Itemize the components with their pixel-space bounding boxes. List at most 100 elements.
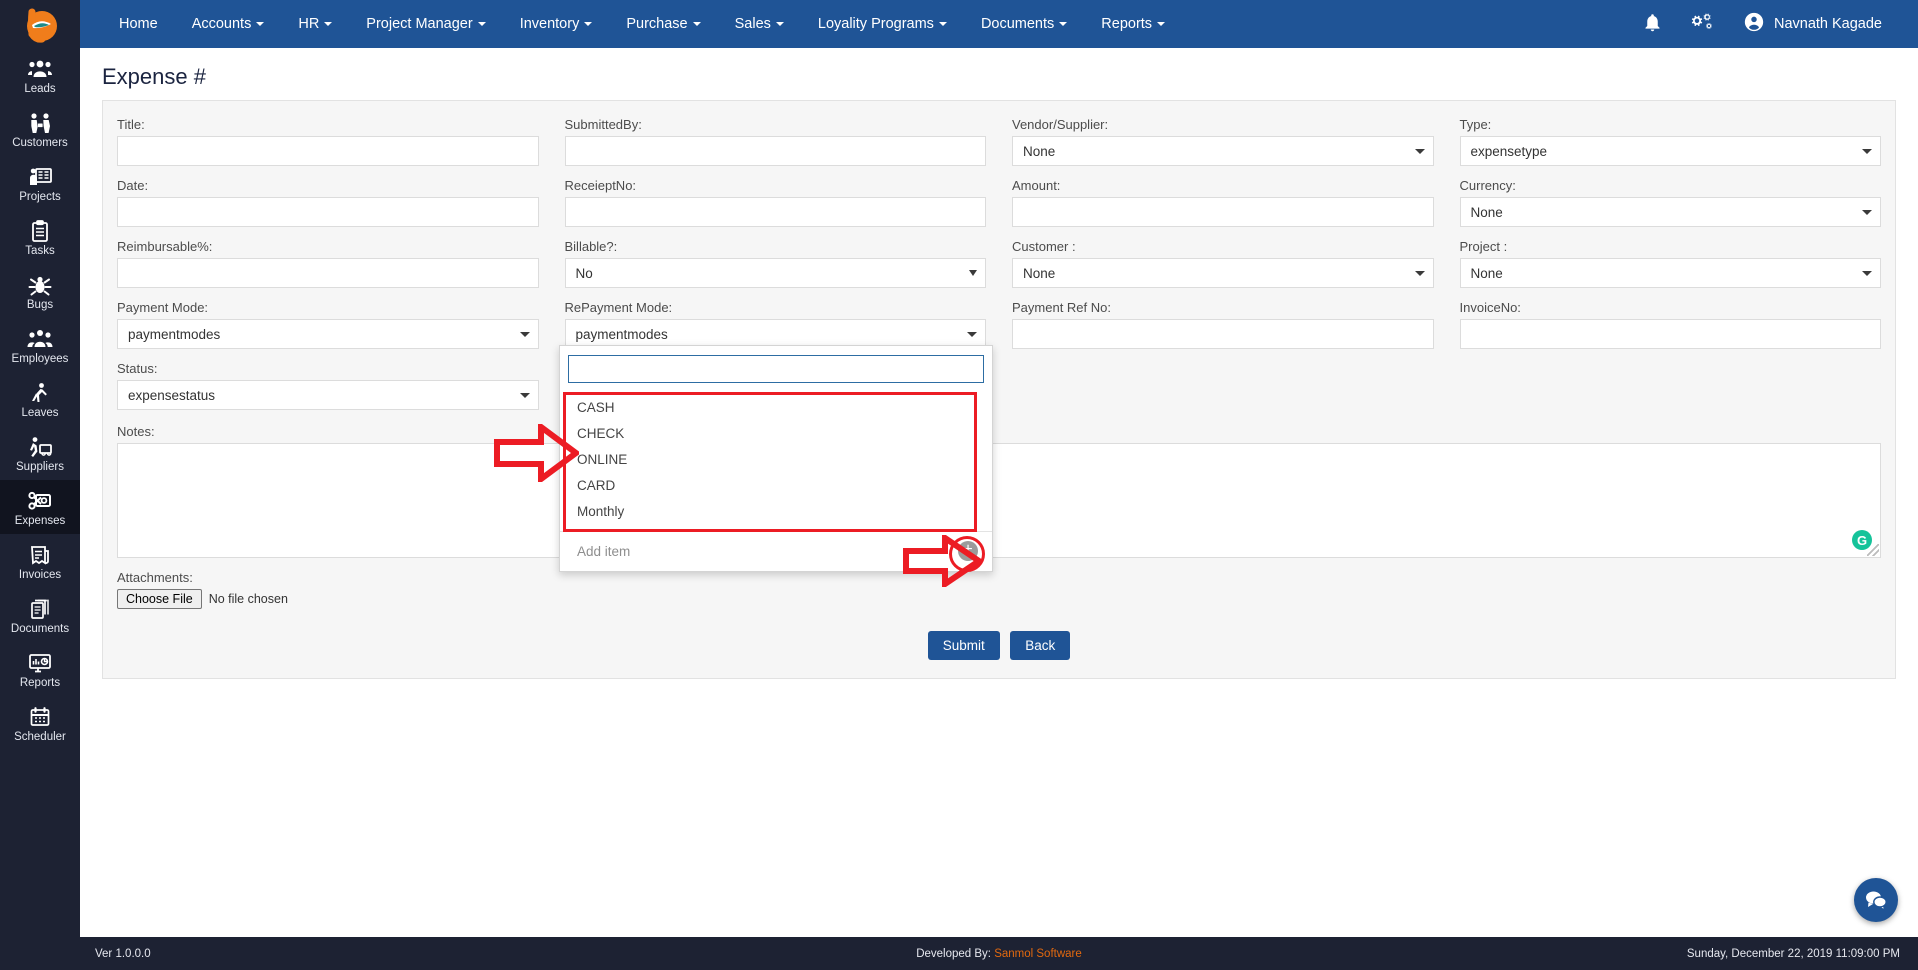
choose-file-button[interactable]: Choose File [117,589,202,609]
billable-select[interactable]: No [564,258,986,288]
nav-link-inventory[interactable]: Inventory [503,0,610,48]
sidebar-item-suppliers[interactable]: Suppliers [0,426,80,480]
sidebar-item-expenses[interactable]: Expenses [0,480,80,534]
chevron-down-icon [477,22,486,27]
dropdown-search-wrap [560,346,992,391]
field-label: Title: [117,117,145,132]
field-reimbursable: Reimbursable%: [117,239,539,288]
chevron-down-icon [967,331,977,337]
employees-icon [0,325,80,351]
title-input[interactable] [117,136,539,166]
payment-ref-no-input[interactable] [1012,319,1434,349]
nav-link-loyality-programs[interactable]: Loyality Programs [801,0,964,48]
user-avatar-icon [1743,11,1765,38]
nav-link-documents[interactable]: Documents [964,0,1084,48]
sidebar-item-reports[interactable]: Reports [0,642,80,696]
dropdown-option[interactable]: CASH [560,395,992,421]
footer-developer-link[interactable]: Sanmol Software [994,948,1082,960]
nav-link-home[interactable]: Home [102,0,175,48]
sidebar-item-documents[interactable]: Documents [0,588,80,642]
nav-link-project-manager[interactable]: Project Manager [349,0,502,48]
reports-icon [0,649,80,675]
brand-logo[interactable] [0,0,80,48]
sidebar-item-label: Projects [19,191,61,203]
notes-textarea[interactable]: G [117,443,1881,558]
dropdown-search-input[interactable] [568,355,984,383]
sidebar-item-leaves[interactable]: Leaves [0,372,80,426]
date-input[interactable] [117,197,539,227]
plus-circle-icon[interactable]: + [958,541,978,561]
gears-icon[interactable] [1691,12,1715,37]
project-select[interactable]: None [1459,258,1881,288]
currency-select[interactable]: None [1459,197,1881,227]
documents-icon [0,595,80,621]
back-button[interactable]: Back [1010,631,1071,660]
sidebar-item-label: Expenses [14,515,66,527]
sidebar-item-tasks[interactable]: Tasks [0,210,80,264]
vendor-supplier-select[interactable]: None [1012,136,1434,166]
sidebar-item-employees[interactable]: Employees [0,318,80,372]
dropdown-option-list: CASH CHECK ONLINE CARD Monthly [560,391,992,531]
footer-credit-label: Developed By: [916,947,991,960]
add-item-label: Add item [577,543,631,559]
sidebar-item-label: Leads [24,83,56,95]
nav-right-group: Navnath Kagade [1642,11,1918,38]
sidebar-item-leads[interactable]: Leads [0,48,80,102]
suppliers-icon [0,433,80,459]
amount-input[interactable] [1012,197,1434,227]
dropdown-add-row[interactable]: Add item + [560,531,992,571]
resize-grip-icon[interactable] [1867,544,1879,556]
dropdown-option[interactable]: CARD [560,473,992,499]
sidebar-item-scheduler[interactable]: Scheduler [0,696,80,750]
repayment-mode-dropdown[interactable]: CASH CHECK ONLINE CARD Monthly Add item + [559,345,993,572]
nav-link-hr[interactable]: HR [281,0,349,48]
nav-link-purchase[interactable]: Purchase [609,0,717,48]
bell-icon[interactable] [1642,12,1663,37]
sidebar-item-customers[interactable]: Customers [0,102,80,156]
select-value: expensetype [1470,143,1548,159]
attachments-field: Attachments: Choose File No file chosen [117,570,1881,609]
field-type: Type: expensetype [1459,117,1881,166]
type-select[interactable]: expensetype [1459,136,1881,166]
submit-button[interactable]: Submit [927,631,1000,660]
user-menu[interactable]: Navnath Kagade [1743,11,1882,38]
nav-link-sales[interactable]: Sales [718,0,801,48]
main-content: Expense # Title: Date: Reimbursable%: Payme… [80,48,1918,937]
footer-credit: Developed By: Sanmol Software [80,948,1918,960]
sidebar-item-invoices[interactable]: Invoices [0,534,80,588]
field-billable: Billable?: No [564,239,986,288]
field-label: Reimbursable%: [117,239,213,254]
dropdown-option[interactable]: Monthly [560,499,992,525]
file-status-text: No file chosen [208,592,288,606]
select-value: None [1470,265,1503,281]
page-title: Expense # [102,64,206,89]
chevron-down-icon [1414,148,1425,154]
reimbursable-input[interactable] [117,258,539,288]
sidebar-item-label: Invoices [18,569,62,581]
payment-mode-select[interactable]: paymentmodes [117,319,539,349]
nav-link-reports[interactable]: Reports [1084,0,1182,48]
select-value: paymentmodes [575,326,668,342]
chevron-down-icon [519,331,530,337]
invoiceno-input[interactable] [1459,319,1881,349]
sidebar-item-bugs[interactable]: Bugs [0,264,80,318]
chat-bubble-icon[interactable] [1854,878,1898,922]
chevron-down-icon [519,392,530,398]
customer-select[interactable]: None [1012,258,1434,288]
dropdown-option[interactable]: ONLINE [560,447,992,473]
field-submittedby: SubmittedBy: [564,117,986,166]
sidebar-item-projects[interactable]: Projects [0,156,80,210]
status-select[interactable]: expensestatus [117,380,539,410]
nav-link-accounts[interactable]: Accounts [175,0,282,48]
chevron-down-icon [969,270,977,276]
dropdown-option[interactable]: CHECK [560,421,992,447]
user-name: Navnath Kagade [1773,16,1882,32]
tasks-icon [0,217,80,243]
receieptno-input[interactable] [564,197,986,227]
nav-link-label: Reports [1101,16,1153,32]
nav-link-label: Documents [980,16,1055,32]
submittedby-input[interactable] [564,136,986,166]
field-receieptno: ReceieptNo: [564,178,986,227]
field-label: Payment Ref No: [1012,300,1111,315]
field-payment-ref-no: Payment Ref No: [1012,300,1434,349]
